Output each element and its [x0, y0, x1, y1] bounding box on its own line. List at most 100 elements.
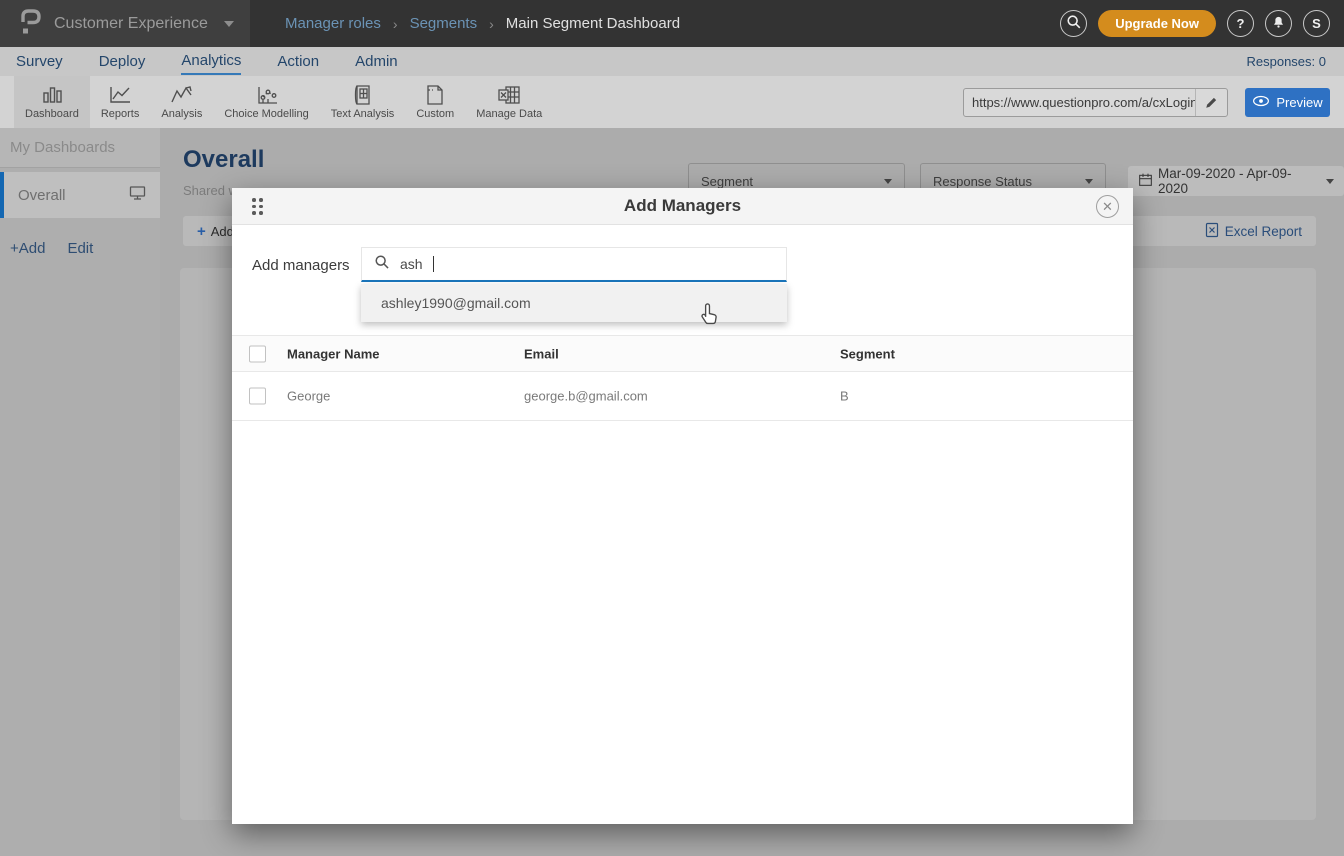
question-mark-icon: ?: [1237, 16, 1245, 31]
close-icon[interactable]: ✕: [1096, 195, 1119, 218]
excel-report-button[interactable]: Excel Report: [1205, 222, 1302, 241]
tab-analytics[interactable]: Analytics: [181, 48, 241, 75]
bar-chart-icon: [39, 84, 65, 106]
toolbar-label: Dashboard: [25, 108, 79, 120]
calendar-icon: [1138, 172, 1153, 190]
toolbar-item-analysis[interactable]: Analysis: [150, 76, 213, 128]
search-input-value: ash: [400, 256, 423, 272]
scatter-chart-icon: [254, 84, 280, 106]
toolbar-item-choice-modelling[interactable]: Choice Modelling: [213, 76, 319, 128]
edit-url-button[interactable]: [1195, 89, 1227, 116]
notifications-button[interactable]: [1265, 10, 1292, 37]
account-avatar[interactable]: S: [1303, 10, 1330, 37]
top-header: Customer Experience Manager roles › Segm…: [0, 0, 1344, 47]
avatar-initial: S: [1312, 16, 1321, 31]
upgrade-now-button[interactable]: Upgrade Now: [1098, 10, 1216, 37]
managers-table-header: Manager Name Email Segment: [232, 335, 1133, 372]
sidebar-title: My Dashboards: [0, 128, 160, 168]
column-segment: Segment: [840, 346, 895, 361]
hand-cursor-icon: [697, 301, 720, 333]
toolbar-item-custom[interactable]: Custom: [405, 76, 465, 128]
table-row: George george.b@gmail.com B: [232, 372, 1133, 421]
toolbar-label: Choice Modelling: [224, 108, 308, 120]
document-folded-icon: [422, 84, 448, 106]
segment-cell: B: [840, 389, 849, 404]
managers-table: Manager Name Email Segment George george…: [232, 335, 1133, 421]
toolbar-label: Analysis: [161, 108, 202, 120]
manager-search-input[interactable]: ash: [361, 247, 787, 282]
breadcrumb-separator: ›: [393, 16, 398, 32]
segment-filter-label: Segment: [701, 174, 753, 189]
excel-file-icon: [1205, 222, 1219, 241]
breadcrumb-current: Main Segment Dashboard: [506, 15, 680, 32]
chevron-down-icon: [884, 179, 892, 184]
chevron-down-icon: [1326, 179, 1334, 184]
date-range-picker[interactable]: Mar-09-2020 - Apr-09-2020: [1128, 166, 1344, 196]
questionpro-logo-icon: [20, 8, 42, 40]
suggestion-email[interactable]: ashley1990@gmail.com: [381, 295, 531, 311]
toolbar-label: Reports: [101, 108, 140, 120]
toolbar-label: Manage Data: [476, 108, 542, 120]
eye-icon: [1252, 95, 1270, 110]
breadcrumb-segments[interactable]: Segments: [410, 15, 478, 32]
modal-header: Add Managers ✕: [232, 188, 1133, 225]
workspace-switcher[interactable]: Customer Experience: [0, 0, 250, 47]
preview-button[interactable]: Preview: [1245, 88, 1330, 117]
spreadsheet-icon: [496, 84, 522, 106]
row-checkbox[interactable]: [249, 388, 266, 405]
edit-dashboard-link[interactable]: Edit: [67, 240, 93, 257]
sidebar-links: +Add Edit: [0, 218, 160, 257]
trend-chart-icon: [169, 84, 195, 106]
toolbar-label: Text Analysis: [331, 108, 395, 120]
tab-deploy[interactable]: Deploy: [99, 49, 146, 74]
breadcrumb-separator: ›: [489, 16, 494, 32]
add-managers-modal: Add Managers ✕ Add managers ash ashley19…: [232, 188, 1133, 824]
response-status-label: Response Status: [933, 174, 1032, 189]
plus-icon: +: [197, 223, 206, 240]
line-chart-icon: [107, 84, 133, 106]
add-managers-label: Add managers: [252, 257, 350, 274]
chevron-down-icon: [224, 21, 234, 27]
toolbar-item-manage-data[interactable]: Manage Data: [465, 76, 553, 128]
dashboards-sidebar: My Dashboards Overall +Add Edit: [0, 128, 160, 856]
date-range-value: Mar-09-2020 - Apr-09-2020: [1158, 166, 1321, 196]
tab-action[interactable]: Action: [277, 49, 319, 74]
column-manager-name: Manager Name: [287, 346, 379, 361]
monitor-icon: [129, 185, 146, 205]
search-icon: [1066, 14, 1082, 33]
search-button[interactable]: [1060, 10, 1087, 37]
select-all-checkbox[interactable]: [249, 345, 266, 362]
primary-nav: Survey Deploy Analytics Action Admin Res…: [0, 47, 1344, 76]
responses-count: Responses: 0: [1247, 47, 1327, 76]
page-title: Overall: [183, 146, 264, 174]
toolbar-item-text-analysis[interactable]: Text Analysis: [320, 76, 406, 128]
toolbar-label: Custom: [416, 108, 454, 120]
manager-name-cell: George: [287, 389, 330, 404]
search-suggestions: ashley1990@gmail.com: [361, 284, 787, 322]
product-name: Customer Experience: [54, 15, 208, 33]
header-actions: Upgrade Now ? S: [1060, 0, 1330, 47]
toolbar-item-reports[interactable]: Reports: [90, 76, 151, 128]
toolbar-item-dashboard[interactable]: Dashboard: [14, 76, 90, 128]
shared-with-text: Shared w: [183, 183, 238, 198]
drag-handle-icon[interactable]: [252, 198, 263, 215]
breadcrumb: Manager roles › Segments › Main Segment …: [285, 0, 680, 47]
search-icon: [374, 254, 390, 275]
bell-icon: [1271, 15, 1286, 33]
sidebar-item-label: Overall: [18, 187, 66, 204]
add-widget-button[interactable]: + Add: [197, 223, 234, 240]
sidebar-item-overall[interactable]: Overall: [0, 172, 160, 218]
tab-survey[interactable]: Survey: [16, 49, 63, 74]
analytics-toolbar: Dashboard Reports Analysis Choice Modell…: [0, 76, 1344, 128]
breadcrumb-manager-roles[interactable]: Manager roles: [285, 15, 381, 32]
preview-label: Preview: [1276, 95, 1322, 110]
column-email: Email: [524, 346, 559, 361]
document-grid-icon: [350, 84, 376, 106]
text-cursor: [433, 256, 434, 272]
tab-admin[interactable]: Admin: [355, 49, 398, 74]
help-button[interactable]: ?: [1227, 10, 1254, 37]
excel-report-label: Excel Report: [1225, 224, 1302, 239]
pencil-icon: [1204, 95, 1219, 110]
add-dashboard-link[interactable]: +Add: [10, 240, 45, 257]
dashboard-url-field[interactable]: https://www.questionpro.com/a/cxLogin.d: [963, 88, 1228, 117]
